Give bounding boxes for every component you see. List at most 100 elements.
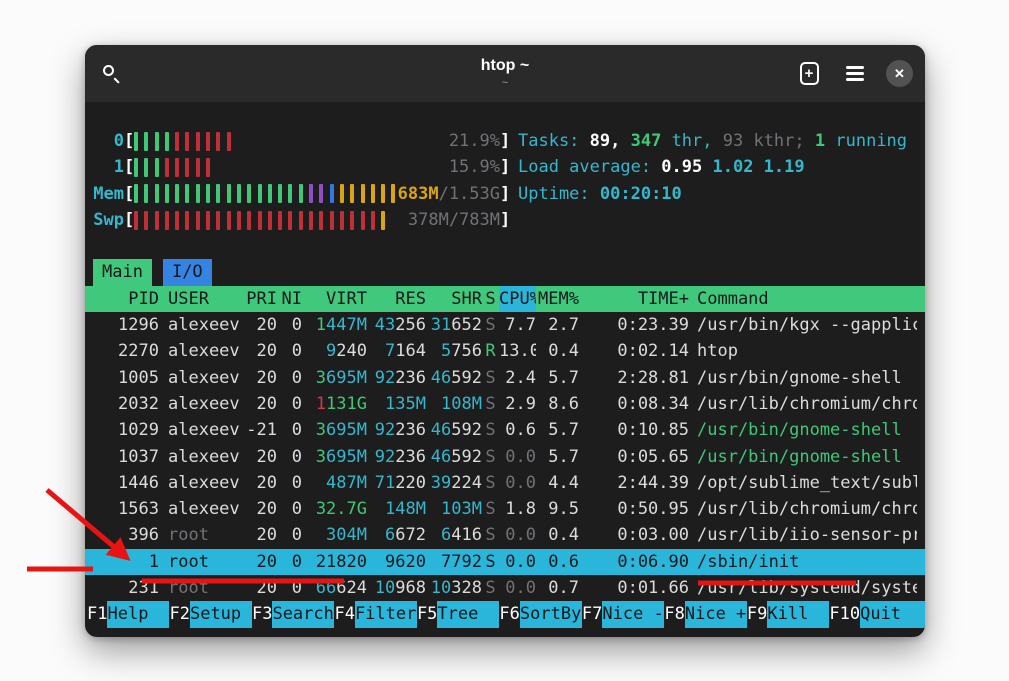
cell-virt: 3695M bbox=[302, 417, 367, 443]
column-header-res[interactable]: RES bbox=[367, 286, 426, 312]
meter-bar bbox=[175, 132, 179, 151]
cell-shr: 5756 bbox=[426, 338, 482, 364]
fkey-f3-search[interactable]: F3Search bbox=[252, 601, 334, 627]
column-header-pid[interactable]: PID bbox=[93, 286, 159, 312]
column-header-command[interactable]: Command bbox=[689, 286, 917, 312]
fkey-f9-kill[interactable]: F9Kill bbox=[747, 601, 829, 627]
process-row-pid-1296[interactable]: 1296 alexeev 20 0 1447M 43256 31652 S 7.… bbox=[85, 312, 925, 338]
new-tab-button[interactable]: + bbox=[794, 59, 824, 89]
column-header-shr[interactable]: SHR bbox=[426, 286, 482, 312]
cell-shr: 108M bbox=[426, 391, 482, 417]
function-key-bar: F1Help F2Setup F3Search F4Filter F5Tree … bbox=[85, 601, 925, 627]
cell-pid: 2032 bbox=[93, 391, 159, 417]
fkey-f10-quit[interactable]: F10Quit bbox=[829, 601, 925, 627]
cell-command: /usr/bin/gnome-shell bbox=[689, 365, 917, 391]
cell-user: root bbox=[159, 549, 244, 575]
headerbar: htop ~ ~ + ✕ bbox=[85, 45, 925, 102]
meter-bar bbox=[227, 184, 231, 203]
cell-user: alexeev bbox=[159, 338, 244, 364]
process-row-pid-2032[interactable]: 2032 alexeev 20 0 1131G 135M 108M S 2.9 … bbox=[85, 391, 925, 417]
cell-user: root bbox=[159, 575, 244, 601]
cell-pid: 231 bbox=[93, 575, 159, 601]
column-header-time[interactable]: TIME+ bbox=[579, 286, 689, 312]
cell-pid: 2270 bbox=[93, 338, 159, 364]
column-header-mem[interactable]: MEM% bbox=[536, 286, 579, 312]
meter-row: Mem[ 683M/1.53G ] Uptime: 00:20:10 bbox=[93, 181, 917, 207]
process-row-pid-2270[interactable]: 2270 alexeev 20 0 9240 7164 5756 R 13.0 … bbox=[85, 338, 925, 364]
cell-pid: 396 bbox=[93, 522, 159, 548]
cell-command: /usr/lib/chromium/chromi bbox=[689, 496, 917, 522]
meter-bar bbox=[391, 184, 395, 203]
close-button[interactable]: ✕ bbox=[886, 60, 913, 87]
tab-main[interactable]: Main bbox=[93, 259, 152, 285]
cell-cpu: 7.7 bbox=[499, 312, 536, 338]
column-header-virt[interactable]: VIRT bbox=[302, 286, 367, 312]
menu-button[interactable] bbox=[840, 59, 870, 89]
meter-bar bbox=[340, 211, 344, 230]
process-row-pid-396[interactable]: 396 root 20 0 304M 6672 6416 S 0.0 0.4 0… bbox=[85, 522, 925, 548]
process-row-pid-1446[interactable]: 1446 alexeev 20 0 487M 71220 39224 S 0.0… bbox=[85, 470, 925, 496]
meter-bar bbox=[288, 211, 292, 230]
cell-state: S bbox=[482, 391, 499, 417]
meter-bar bbox=[216, 211, 220, 230]
column-header-pri[interactable]: PRI bbox=[244, 286, 277, 312]
column-header-user[interactable]: USER bbox=[159, 286, 244, 312]
cell-mem: 0.4 bbox=[536, 338, 579, 364]
cell-time: 2:44.39 bbox=[579, 470, 689, 496]
cell-cpu: 1.8 bbox=[499, 496, 536, 522]
info-line: Uptime: 00:20:10 bbox=[518, 181, 682, 207]
cell-pid: 1 bbox=[93, 549, 159, 575]
console-window: htop ~ ~ + ✕ 0[ 21.9% ] Ta bbox=[85, 45, 925, 637]
meter-bar bbox=[278, 211, 282, 230]
cell-cpu: 2.9 bbox=[499, 391, 536, 417]
fkey-f1-help[interactable]: F1Help bbox=[87, 601, 169, 627]
cell-pri: 20 bbox=[244, 312, 277, 338]
fkey-f4-filter[interactable]: F4Filter bbox=[334, 601, 416, 627]
info-line: Load average: 0.95 1.02 1.19 bbox=[518, 154, 805, 180]
cell-command: /usr/lib/chromium/chromi bbox=[689, 391, 917, 417]
column-header-ni[interactable]: NI bbox=[277, 286, 302, 312]
process-row-pid-1[interactable]: 1 root 20 0 21820 9620 7792 S 0.0 0.6 0:… bbox=[85, 549, 925, 575]
cell-user: alexeev bbox=[159, 391, 244, 417]
column-header-s[interactable]: S bbox=[482, 286, 499, 312]
fkey-f8-nice[interactable]: F8Nice + bbox=[664, 601, 746, 627]
cell-pri: 20 bbox=[244, 522, 277, 548]
process-row-pid-231[interactable]: 231 root 20 0 66624 10968 10328 S 0.0 0.… bbox=[85, 575, 925, 601]
meter-bar bbox=[134, 158, 138, 177]
meter-bar bbox=[350, 184, 354, 203]
fkey-f7-nice[interactable]: F7Nice - bbox=[582, 601, 664, 627]
meter-bar bbox=[227, 132, 231, 151]
process-row-pid-1563[interactable]: 1563 alexeev 20 0 32.7G 148M 103M S 1.8 … bbox=[85, 496, 925, 522]
column-header-cpu[interactable]: CPU%▽ bbox=[499, 286, 536, 312]
process-row-pid-1005[interactable]: 1005 alexeev 20 0 3695M 92236 46592 S 2.… bbox=[85, 365, 925, 391]
search-button[interactable] bbox=[97, 59, 127, 89]
cell-shr: 103M bbox=[426, 496, 482, 522]
meter-row: Swp[ 378M/783M ] bbox=[93, 207, 917, 233]
process-row-pid-1029[interactable]: 1029 alexeev -21 0 3695M 92236 46592 S 0… bbox=[85, 417, 925, 443]
system-meters: 0[ 21.9% ] Tasks: 89, 347 thr, 93 kthr; … bbox=[93, 128, 917, 233]
cell-time: 0:02.14 bbox=[579, 338, 689, 364]
cell-command: /usr/bin/gnome-shell bbox=[689, 444, 917, 470]
meter-bar bbox=[155, 211, 159, 230]
meter-bar bbox=[196, 132, 200, 151]
meter-bar bbox=[175, 211, 179, 230]
meter-bar bbox=[299, 211, 303, 230]
fkey-f5-tree[interactable]: F5Tree bbox=[417, 601, 499, 627]
process-row-pid-1037[interactable]: 1037 alexeev 20 0 3695M 92236 46592 S 0.… bbox=[85, 444, 925, 470]
tab-io[interactable]: I/O bbox=[163, 259, 212, 285]
cell-state: S bbox=[482, 365, 499, 391]
fkey-f6-sortby[interactable]: F6SortBy bbox=[499, 601, 581, 627]
cell-cpu: 0.0 bbox=[499, 549, 536, 575]
cell-user: alexeev bbox=[159, 496, 244, 522]
cell-mem: 0.7 bbox=[536, 575, 579, 601]
cell-user: alexeev bbox=[159, 470, 244, 496]
fkey-f2-setup[interactable]: F2Setup bbox=[169, 601, 251, 627]
cell-ni: 0 bbox=[277, 522, 302, 548]
cell-user: alexeev bbox=[159, 417, 244, 443]
meter-bar bbox=[309, 184, 313, 203]
cell-cpu: 13.0 bbox=[499, 338, 536, 364]
meter-bar bbox=[268, 211, 272, 230]
cell-pri: 20 bbox=[244, 365, 277, 391]
cell-cpu: 0.0 bbox=[499, 444, 536, 470]
cell-ni: 0 bbox=[277, 470, 302, 496]
